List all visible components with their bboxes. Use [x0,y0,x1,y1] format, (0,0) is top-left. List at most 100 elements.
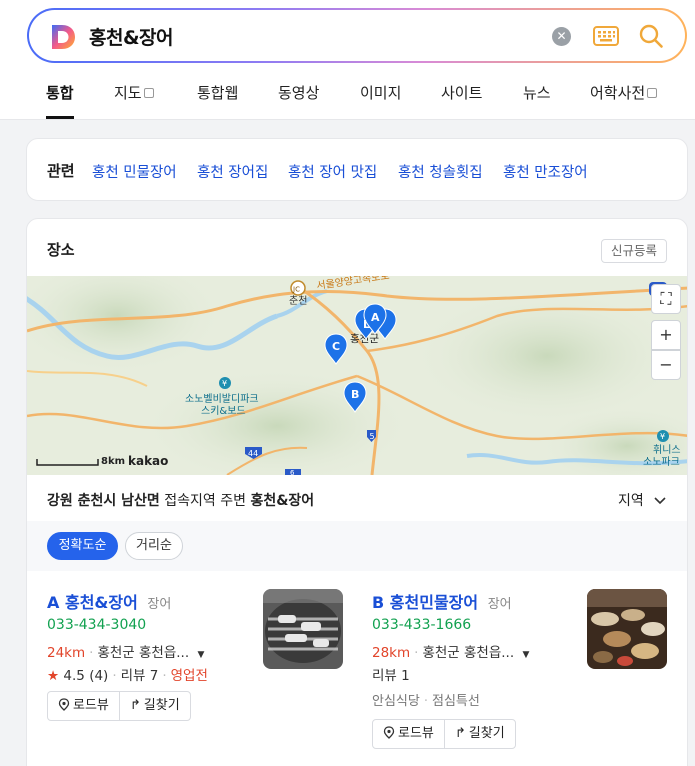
directions-label: 길찾기 [468,726,505,741]
marker-label-l: L [363,318,370,331]
place-status: 영업전 [170,668,208,684]
roadview-label: 로드뷰 [73,698,109,713]
related-link[interactable]: 홍천 민물장어 [92,161,177,182]
pin-icon [58,698,70,711]
register-button[interactable]: 신규등록 [601,239,667,263]
search-input[interactable]: 홍천&장어 [89,23,174,50]
roadview-button[interactable]: 로드뷰 [48,692,119,720]
related-link[interactable]: 홍천 만조장어 [503,161,588,182]
place-address[interactable]: 홍천군 홍천읍... [97,645,189,661]
active-tab-indicator [46,116,74,119]
map-label-resort: 소노벨비발디파크 [185,393,259,405]
search-icon[interactable] [638,23,664,49]
marker-label-a: A [371,311,380,324]
section-title: 장소 [47,241,75,259]
keyboard-icon[interactable] [593,26,619,46]
kakao-logo: kakao [128,454,169,468]
road-number: 5 [370,432,375,441]
sort-distance-button[interactable]: 거리순 [125,532,183,560]
tab-site[interactable]: 사이트 [441,82,482,103]
place-address[interactable]: 홍천군 홍천읍... [422,645,514,661]
region-filter[interactable]: 지역 [618,490,666,510]
place-section: 장소 신규등록 JC 춘천 서울양양고속도로 홍천군 ¥ 소노벨비발디파크 스키… [26,218,688,766]
road-number: 44 [248,449,258,458]
daum-logo-icon[interactable] [51,24,76,50]
tab-dictionary[interactable]: 어학사전 [590,82,658,103]
marker-label-b: B [351,388,359,401]
place-meta: 리뷰 1 [372,664,410,684]
place-name-text: 홍천민물장어 [389,593,479,612]
related-link[interactable]: 홍천 청솔횟집 [398,161,483,182]
map-label-hwinis-sub: 소노파크 [643,456,680,468]
tab-video[interactable]: 동영상 [278,82,319,103]
clear-icon[interactable]: ✕ [552,27,571,46]
tab-bar: 통합 지도 통합웹 동영상 이미지 사이트 뉴스 어학사전 [0,72,695,120]
directions-button[interactable]: ↱ 길찾기 [443,720,515,748]
search-bar[interactable]: 홍천&장어 ✕ [27,8,687,63]
zoom-out-button[interactable]: − [651,350,681,380]
resort-icon: ¥ [222,379,227,388]
tab-news[interactable]: 뉴스 [523,82,551,103]
map-label-chuncheon: 춘천 [289,295,307,307]
map-view[interactable]: JC 춘천 서울양양고속도로 홍천군 ¥ 소노벨비발디파크 스키&보드 ¥ 휘니… [27,276,687,475]
place-marker-letter: A [47,593,60,612]
tab-image[interactable]: 이미지 [360,82,401,103]
place-distance-address: 28km · 홍천군 홍천읍... ▼ [372,645,530,661]
map-graphic: JC 춘천 서울양양고속도로 홍천군 ¥ 소노벨비발디파크 스키&보드 ¥ 휘니… [27,276,687,475]
map-label-resort-sub: 스키&보드 [201,405,246,417]
place-photo[interactable] [587,589,667,669]
place-tags: 안심식당 · 점심특선 [372,694,480,709]
tab-dictionary-label: 어학사전 [590,84,646,102]
place-actions: 로드뷰 ↱ 길찾기 [372,719,516,749]
map-scale: 8km [101,456,126,467]
related-link[interactable]: 홍천 장어집 [197,161,268,182]
directions-icon: ↱ [129,698,141,713]
external-link-icon [143,87,154,98]
directions-button[interactable]: ↱ 길찾기 [118,692,190,720]
map-label-hwinis: 휘니스 [653,444,681,456]
external-link-icon [647,87,658,98]
star-icon: ★ [47,668,60,684]
tab-map-label: 지도 [114,84,142,102]
place-result[interactable]: B 홍천민물장어 장어 033-433-1666 28km · 홍천군 홍천읍...… [372,589,529,709]
zoom-in-button[interactable]: + [651,320,681,350]
sort-accuracy-button[interactable]: 정확도순 [47,532,118,560]
tab-map[interactable]: 지도 [114,82,154,103]
place-photo[interactable] [263,589,343,669]
place-name[interactable]: B 홍천민물장어 장어 [372,589,512,613]
place-distance-address: 24km · 홍천군 홍천읍... ▼ [47,645,205,661]
place-name[interactable]: A 홍천&장어 장어 [47,589,171,613]
place-rating-count: (4) [89,668,109,684]
fullscreen-icon[interactable]: ⛶ [651,284,681,314]
place-phone[interactable]: 033-433-1666 [372,617,471,633]
place-distance: 24km [47,645,86,661]
place-rating: 4.5 [63,668,85,684]
related-link[interactable]: 홍천 장어 맛집 [288,161,377,182]
caret-down-icon[interactable]: ▼ [522,650,529,660]
road-number: 6 [290,469,295,475]
resort-icon: ¥ [660,432,665,441]
place-reviews[interactable]: 리뷰 7 [121,668,159,684]
area-query: 홍천&장어 [250,493,315,509]
pin-icon [383,726,395,739]
tab-integrated[interactable]: 통합 [46,82,74,103]
place-reviews[interactable]: 리뷰 1 [372,668,410,684]
tab-web[interactable]: 통합웹 [197,82,238,103]
related-searches: 관련 홍천 민물장어 홍천 장어집 홍천 장어 맛집 홍천 청솔횟집 홍천 만조… [26,138,688,201]
area-region: 강원 춘천시 남산면 [47,493,160,509]
related-title: 관련 [47,162,75,180]
place-tag: 점심특선 [431,694,480,709]
header: 홍천&장어 ✕ 통합 지도 통합웹 동영상 이미지 사이트 뉴스 어학사전 [0,0,695,120]
place-category: 장어 [487,597,512,612]
caret-down-icon[interactable]: ▼ [197,650,204,660]
place-tag: 안심식당 [372,694,420,709]
area-context: 강원 춘천시 남산면 접속지역 주변 홍천&장어 [47,490,314,510]
place-phone[interactable]: 033-434-3040 [47,617,146,633]
directions-icon: ↱ [454,726,466,741]
roadview-label: 로드뷰 [398,726,434,741]
chevron-down-icon [654,497,666,505]
place-name-text: 홍천&장어 [64,593,138,612]
place-distance: 28km [372,645,411,661]
roadview-button[interactable]: 로드뷰 [373,720,444,748]
place-result[interactable]: A 홍천&장어 장어 033-434-3040 24km · 홍천군 홍천읍... … [47,589,208,684]
